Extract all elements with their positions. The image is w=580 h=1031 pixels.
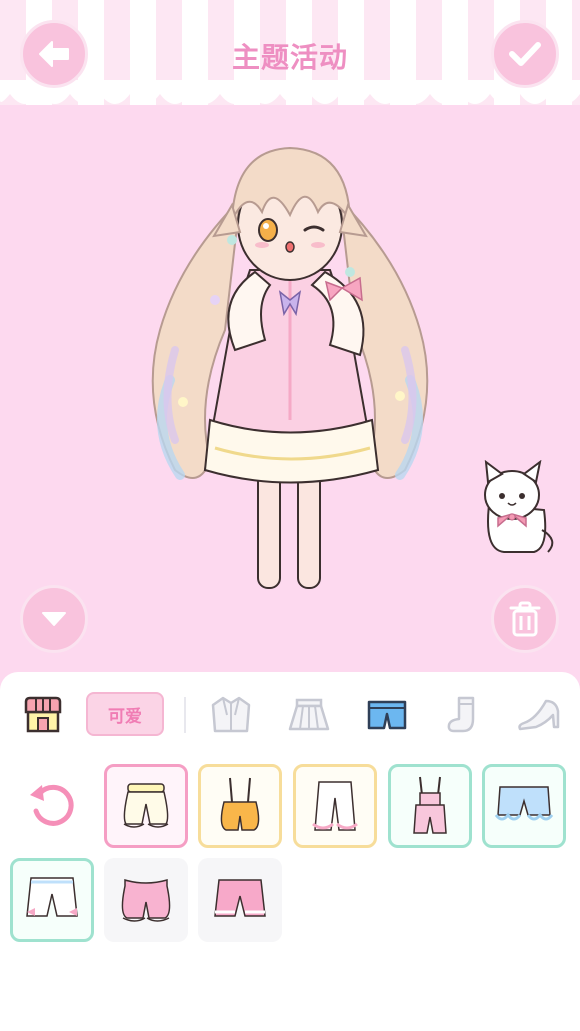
- back-button[interactable]: [20, 20, 88, 88]
- item-pink-overalls[interactable]: [388, 764, 472, 848]
- heel-shoe-icon: [518, 699, 560, 731]
- style-tag-button[interactable]: 可爱: [86, 692, 164, 736]
- confirm-button[interactable]: [491, 20, 559, 88]
- shop-icon: [24, 696, 62, 733]
- tab-divider: [184, 697, 186, 733]
- sock-icon: [447, 696, 475, 733]
- item-orange-suspender-shorts[interactable]: [198, 764, 282, 848]
- trash-icon: [509, 601, 541, 637]
- tab-socks[interactable]: [442, 692, 488, 738]
- white-shorts-image: [26, 877, 78, 917]
- item-pink-bloomers[interactable]: [104, 858, 188, 942]
- blue-shorts-image: [494, 786, 554, 821]
- tab-skirt[interactable]: [286, 692, 332, 738]
- delete-button[interactable]: [491, 585, 559, 653]
- shop-button[interactable]: [20, 692, 66, 738]
- tab-shorts[interactable]: [364, 692, 410, 738]
- refresh-icon: [30, 784, 74, 826]
- reset-button[interactable]: [24, 778, 80, 834]
- item-white-bloomers[interactable]: [104, 764, 188, 848]
- orange-shorts-image: [220, 777, 260, 831]
- arrow-left-icon: [39, 41, 69, 67]
- skirt-icon: [288, 698, 330, 731]
- pink-overalls-image: [413, 776, 447, 834]
- item-white-ruffle-pants[interactable]: [293, 764, 377, 848]
- item-pink-shorts[interactable]: [198, 858, 282, 942]
- pink-bloomers-image: [121, 879, 171, 922]
- tab-jacket[interactable]: [208, 692, 254, 738]
- white-bloomers-image: [123, 783, 169, 828]
- jacket-icon: [211, 696, 251, 733]
- checkmark-icon: [509, 42, 541, 66]
- awning-scallops: [0, 80, 580, 104]
- character-avatar[interactable]: [0, 120, 580, 675]
- collapse-button[interactable]: [20, 585, 88, 653]
- item-blue-lace-shorts[interactable]: [482, 764, 566, 848]
- pet-cat[interactable]: [474, 460, 554, 560]
- character-stage: [0, 120, 580, 675]
- white-pants-image: [312, 781, 358, 831]
- tab-shoes[interactable]: [516, 692, 562, 738]
- pink-shorts-image: [214, 879, 266, 917]
- shorts-icon: [367, 700, 407, 730]
- item-white-bow-shorts[interactable]: [10, 858, 94, 942]
- chevron-down-icon: [42, 612, 66, 626]
